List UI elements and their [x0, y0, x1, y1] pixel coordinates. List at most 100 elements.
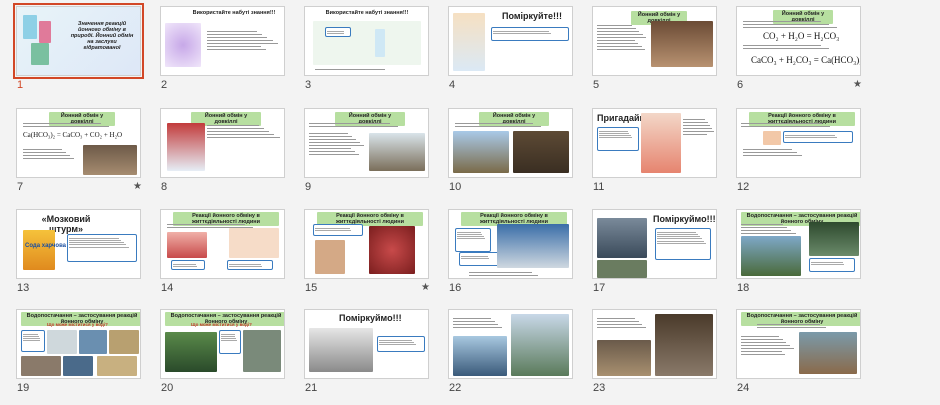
heater-image [309, 328, 373, 372]
slide-thumbnail-19[interactable]: Водопостачання – застосування реакцій йо… [16, 309, 141, 379]
slide-thumbnail-15[interactable]: Реакції йонного обміну в життєдіяльності… [304, 209, 429, 279]
slide-thumbnail-20[interactable]: Водопостачання – застосування реакцій йо… [160, 309, 285, 379]
slide-number: 3 [305, 79, 312, 91]
info-box [655, 228, 711, 260]
slide-thumbnail-2[interactable]: Використайте набуті знання!!! [160, 6, 285, 76]
flask-image [23, 15, 37, 39]
slide-text-block [741, 121, 857, 129]
water-image [63, 356, 93, 376]
slide-thumbnail-3[interactable]: Використайте набуті знання!!! [304, 6, 429, 76]
slide-number: 20 [161, 382, 174, 394]
slide-number: 13 [17, 282, 30, 294]
slide-title: Значення реакцій йонного обміну в природ… [70, 21, 134, 51]
slide-thumbnail-21[interactable]: Поміркуймо!!! [304, 309, 429, 379]
flask-image [31, 43, 49, 65]
slide-thumbnail-16[interactable]: Реакції йонного обміну в життєдіяльності… [448, 209, 573, 279]
slide-number: 1 [17, 79, 24, 91]
slide-number: 9 [305, 181, 312, 193]
slide-text-block [743, 43, 855, 51]
slide-thumbnail-8[interactable]: Йонний обмін у довкіллі [160, 108, 285, 178]
slide-thumbnail-9[interactable]: Йонний обмін у довкіллі [304, 108, 429, 178]
slide-thumbnail-6[interactable]: Йонний обмін у довкіллі CO₂ + H₂O = H₂CO₃… [736, 6, 861, 76]
water-image [79, 330, 107, 354]
slide-text-block [207, 123, 281, 140]
slide-text-block [741, 222, 801, 236]
rocks-image [597, 260, 647, 278]
field-image [453, 131, 509, 173]
slide-thumbnail-10[interactable]: Йонний обмін у довкіллі [448, 108, 573, 178]
package-label: Сода харчова [25, 243, 67, 249]
slide-number: 11 [593, 181, 605, 193]
dam-image [799, 332, 857, 374]
rust-image [655, 314, 713, 376]
animation-star-icon: ★ [133, 181, 142, 192]
slide-thumbnail-4[interactable]: Поміркуйте!!! [448, 6, 573, 76]
slide-text-block [207, 29, 279, 52]
mouth-image [167, 232, 207, 258]
flask-image [39, 21, 51, 43]
test-tube-image [375, 29, 385, 57]
slide-number: 6 [737, 79, 744, 91]
slide-number: 21 [305, 382, 318, 394]
tractor-image [369, 133, 425, 171]
salt-lake-image [167, 123, 205, 171]
slide-text-block [757, 322, 847, 330]
info-box [171, 260, 205, 270]
slide-number: 12 [737, 181, 750, 193]
water-glass-image [597, 218, 647, 258]
slide-thumbnail-14[interactable]: Реакції йонного обміну в життєдіяльності… [160, 209, 285, 279]
slide-number: 7 [17, 181, 24, 193]
slide-thumbnail-1[interactable]: Значення реакцій йонного обміну в природ… [13, 3, 144, 79]
info-box [783, 131, 853, 143]
slide-thumbnail-24[interactable]: Водопостачання – застосування реакцій йо… [736, 309, 861, 379]
pipe-image [47, 330, 77, 354]
cave-image [651, 21, 713, 67]
slide-text-block [683, 117, 715, 137]
slide-number: 8 [161, 181, 168, 193]
pipe-rust-image [597, 340, 651, 376]
slide-number: 18 [737, 282, 750, 294]
animation-star-icon: ★ [421, 282, 430, 293]
tonometer-image [497, 224, 569, 268]
slide-subtitle: Що може міститися у воді? [191, 322, 252, 327]
slide-text-block [597, 316, 651, 330]
slide-thumbnail-11[interactable]: Пригадаймо!!! [592, 108, 717, 178]
info-box [67, 234, 137, 262]
pipe-image [21, 356, 61, 376]
slide-thumbnail-22[interactable] [448, 309, 573, 379]
slide-number: 5 [593, 79, 600, 91]
slide-thumbnail-18[interactable]: Водопостачання – застосування реакцій йо… [736, 209, 861, 279]
slide-text-block [743, 19, 855, 30]
slide-thumbnail-7[interactable]: Йонний обмін у довкіллі Ca(HCO₃)₂ = CaCO₃… [16, 108, 141, 178]
slide-thumbnail-5[interactable]: Йонний обмін у довкіллі [592, 6, 717, 76]
shore-image [511, 314, 569, 376]
digestive-image [641, 113, 681, 173]
info-box [219, 330, 241, 354]
slide-thumbnail-23[interactable] [592, 309, 717, 379]
slide-title: Використайте набуті знання!!! [192, 10, 276, 16]
info-box [455, 228, 491, 252]
slide-thumbnail-13[interactable]: «Мозковий штурм» Сода харчова [16, 209, 141, 279]
info-box [377, 336, 425, 352]
slide-title: Поміркуймо!!! [653, 214, 716, 224]
hand-image [229, 228, 279, 258]
slide-text-block [23, 121, 135, 129]
soda-package-image [23, 230, 55, 270]
slide-number: 2 [161, 79, 168, 91]
slide-thumbnail-12[interactable]: Реакції йонного обміну в життєдіяльності… [736, 108, 861, 178]
bone-image [315, 240, 345, 274]
stomach-image [763, 131, 781, 145]
chemical-equation: CaCO₃ + H₂CO₃ = Ca(HCO₃)₂ [751, 55, 861, 65]
slide-text-block [469, 270, 559, 278]
info-box [313, 224, 363, 236]
slide-text-block [309, 121, 425, 129]
heart-image [369, 226, 415, 274]
slide-number: 23 [593, 382, 606, 394]
slide-thumbnail-17[interactable]: Поміркуймо!!! [592, 209, 717, 279]
brain-image [165, 23, 201, 67]
slide-subtitle: Що може міститися у воді? [47, 322, 108, 327]
slide-text-block [743, 147, 813, 158]
slide-number: 15 [305, 282, 318, 294]
info-box [325, 27, 351, 37]
sediment-image [109, 330, 139, 354]
